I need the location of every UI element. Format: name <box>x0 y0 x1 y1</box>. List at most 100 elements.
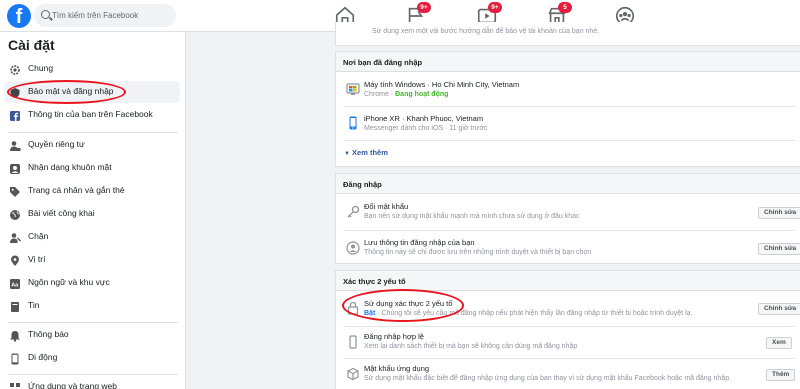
search-box[interactable] <box>34 4 176 27</box>
two-factor-panel: Xác thực 2 yếu tố Sử dụng xác thực 2 yếu… <box>335 270 800 389</box>
chevron-down-icon: ▼ <box>344 151 350 157</box>
row-title: Mật khẩu ứng dụng <box>364 364 430 373</box>
where-logged-in-panel: Nơi bạn đã đăng nhập Máy tính Windows · … <box>335 51 800 167</box>
sidebar-item-public-posts[interactable]: Bài viết công khai <box>4 203 180 225</box>
intro-text: Sử dụng xem một vài bước hướng dẫn để bả… <box>372 28 600 35</box>
device-row[interactable]: iPhone XR · Khanh Phuoc, Vietnam Messeng… <box>336 107 800 139</box>
flag-badge: 9+ <box>417 2 431 13</box>
tag-icon <box>9 185 21 197</box>
sidebar-item-mobile[interactable]: Di động <box>4 347 180 369</box>
sidebar-item-label: Quyền riêng tư <box>28 139 85 149</box>
save-login-info-row[interactable]: Lưu thông tin đăng nhập của bạn Thông ti… <box>336 231 800 264</box>
edit-button[interactable]: Chỉnh sửa <box>758 303 800 315</box>
sidebar-item-notifications[interactable]: Thông báo <box>4 324 180 346</box>
sidebar-item-label: Chung <box>28 63 54 73</box>
gear-icon <box>9 63 21 75</box>
sidebar-item-label: Ứng dụng và trang web <box>28 381 118 389</box>
facebook-logo-icon[interactable]: f <box>7 4 31 28</box>
row-title: Lưu thông tin đăng nhập của bạn <box>364 238 475 247</box>
change-password-row[interactable]: Đổi mật khẩu Bạn nên sử dụng mật khẩu mạ… <box>336 194 800 228</box>
block-user-icon <box>9 231 21 243</box>
panel-title: Xác thực 2 yếu tố <box>336 271 800 291</box>
iphone-icon <box>346 116 360 130</box>
sidebar-item-label: Bảo mật và đăng nhập <box>28 86 114 96</box>
edit-button[interactable]: Chỉnh sửa <box>758 207 800 219</box>
windows-computer-icon <box>346 82 360 96</box>
active-status: Đang hoạt động <box>395 91 449 98</box>
sidebar-item-general[interactable]: Chung <box>4 58 180 80</box>
sidebar-item-label: Vị trí <box>28 254 46 264</box>
search-icon <box>41 10 50 19</box>
sidebar-item-security[interactable]: Bảo mật và đăng nhập <box>4 81 180 103</box>
enabled-status: Bật <box>364 310 376 317</box>
sidebar-item-location[interactable]: Vị trí <box>4 249 180 271</box>
sidebar-item-privacy[interactable]: Quyền riêng tư <box>4 134 180 156</box>
lock-icon <box>346 301 360 315</box>
app-passwords-row[interactable]: Mật khẩu ứng dụng Sử dụng mật khẩu đặc b… <box>336 359 800 389</box>
sidebar-item-label: Bài viết công khai <box>28 208 95 218</box>
sidebar-item-blocking[interactable]: Chặn <box>4 226 180 248</box>
row-divider <box>343 140 795 141</box>
row-subtitle: Thông tin này sẽ chỉ được lưu trên những… <box>364 249 592 256</box>
face-icon <box>9 162 21 174</box>
language-icon: Aa <box>9 277 21 289</box>
sidebar-item-profile-tagging[interactable]: Trang cá nhân và gắn thẻ <box>4 180 180 202</box>
authorized-logins-row[interactable]: Đăng nhập hợp lệ Xem lại danh sách thiết… <box>336 327 800 357</box>
sidebar-divider <box>8 322 178 323</box>
login-panel: Đăng nhập Đổi mật khẩu Bạn nên sử dụng m… <box>335 173 800 264</box>
sidebar-item-label: Di động <box>28 352 58 362</box>
edit-button[interactable]: Chỉnh sửa <box>758 243 800 255</box>
sidebar-item-label: Tin <box>28 300 40 310</box>
sidebar-item-stories[interactable]: Tin <box>4 295 180 317</box>
row-subtitle: Sử dụng mật khẩu đặc biệt để đăng nhập ứ… <box>364 375 732 382</box>
device-subtitle: Messenger dành cho iOS · 11 giờ trước <box>364 125 488 132</box>
row-subtitle: Xem lại danh sách thiết bị mà bạn sẽ khô… <box>364 343 578 350</box>
sidebar-item-label: Ngôn ngữ và khu vực <box>28 277 110 287</box>
use-2fa-row[interactable]: Sử dụng xác thực 2 yếu tố Bật · Chúng tô… <box>336 291 800 325</box>
sidebar-item-your-info[interactable]: Thông tin của bạn trên Facebook <box>4 104 180 126</box>
sidebar-item-label: Thông tin của bạn trên Facebook <box>28 109 153 119</box>
row-title: Đăng nhập hợp lệ <box>364 332 424 341</box>
see-more-link[interactable]: ▼ Xem thêm <box>344 148 388 157</box>
apps-icon <box>9 381 21 389</box>
sidebar-item-apps[interactable]: Ứng dụng và trang web <box>4 376 180 389</box>
globe-icon <box>9 208 21 220</box>
key-icon <box>346 205 360 219</box>
marketplace-badge: 5 <box>558 2 572 13</box>
lock-person-icon <box>9 139 21 151</box>
security-intro-panel: Sử dụng xem một vài bước hướng dẫn để bả… <box>335 22 800 46</box>
facebook-square-icon <box>9 109 21 121</box>
settings-sidebar: Cài đặt Chung Bảo mật và đăng nhập Thông… <box>0 32 186 389</box>
row-subtitle: Bật · Chúng tôi sẽ yêu cầu mã đăng nhập … <box>364 310 693 317</box>
row-title: Sử dụng xác thực 2 yếu tố <box>364 299 453 308</box>
device-title: Máy tính Windows · Ho Chi Minh City, Vie… <box>364 80 520 89</box>
device-row[interactable]: Máy tính Windows · Ho Chi Minh City, Vie… <box>336 72 800 104</box>
sidebar-item-face-recognition[interactable]: Nhận dạng khuôn mặt <box>4 157 180 179</box>
bell-icon <box>9 329 21 342</box>
add-button[interactable]: Thêm <box>766 369 796 381</box>
svg-text:Aa: Aa <box>11 283 19 289</box>
panel-title: Nơi bạn đã đăng nhập <box>336 52 800 72</box>
sidebar-item-label: Trang cá nhân và gắn thẻ <box>28 185 125 195</box>
device-subtitle: Chrome · Đang hoạt động <box>364 91 449 98</box>
sidebar-item-label: Thông báo <box>28 329 69 339</box>
box-icon <box>346 367 360 381</box>
sidebar-divider <box>8 132 178 133</box>
search-input[interactable] <box>52 4 172 27</box>
row-title: Đổi mật khẩu <box>364 202 409 211</box>
video-badge: 9+ <box>488 2 502 13</box>
book-icon <box>9 300 21 312</box>
sidebar-item-label: Chặn <box>28 231 49 241</box>
sidebar-divider <box>8 374 178 375</box>
sidebar-title: Cài đặt <box>8 37 55 53</box>
sidebar-item-label: Nhận dạng khuôn mặt <box>28 162 112 172</box>
shield-icon <box>9 86 21 98</box>
panel-title: Đăng nhập <box>336 174 800 194</box>
sidebar-item-language[interactable]: Aa Ngôn ngữ và khu vực <box>4 272 180 294</box>
mobile-icon <box>9 352 21 365</box>
view-button[interactable]: Xem <box>766 337 792 349</box>
row-subtitle: Bạn nên sử dụng mật khẩu mạnh mà mình ch… <box>364 213 580 220</box>
phone-outline-icon <box>346 335 360 349</box>
device-title: iPhone XR · Khanh Phuoc, Vietnam <box>364 114 484 123</box>
user-circle-icon <box>346 241 360 255</box>
